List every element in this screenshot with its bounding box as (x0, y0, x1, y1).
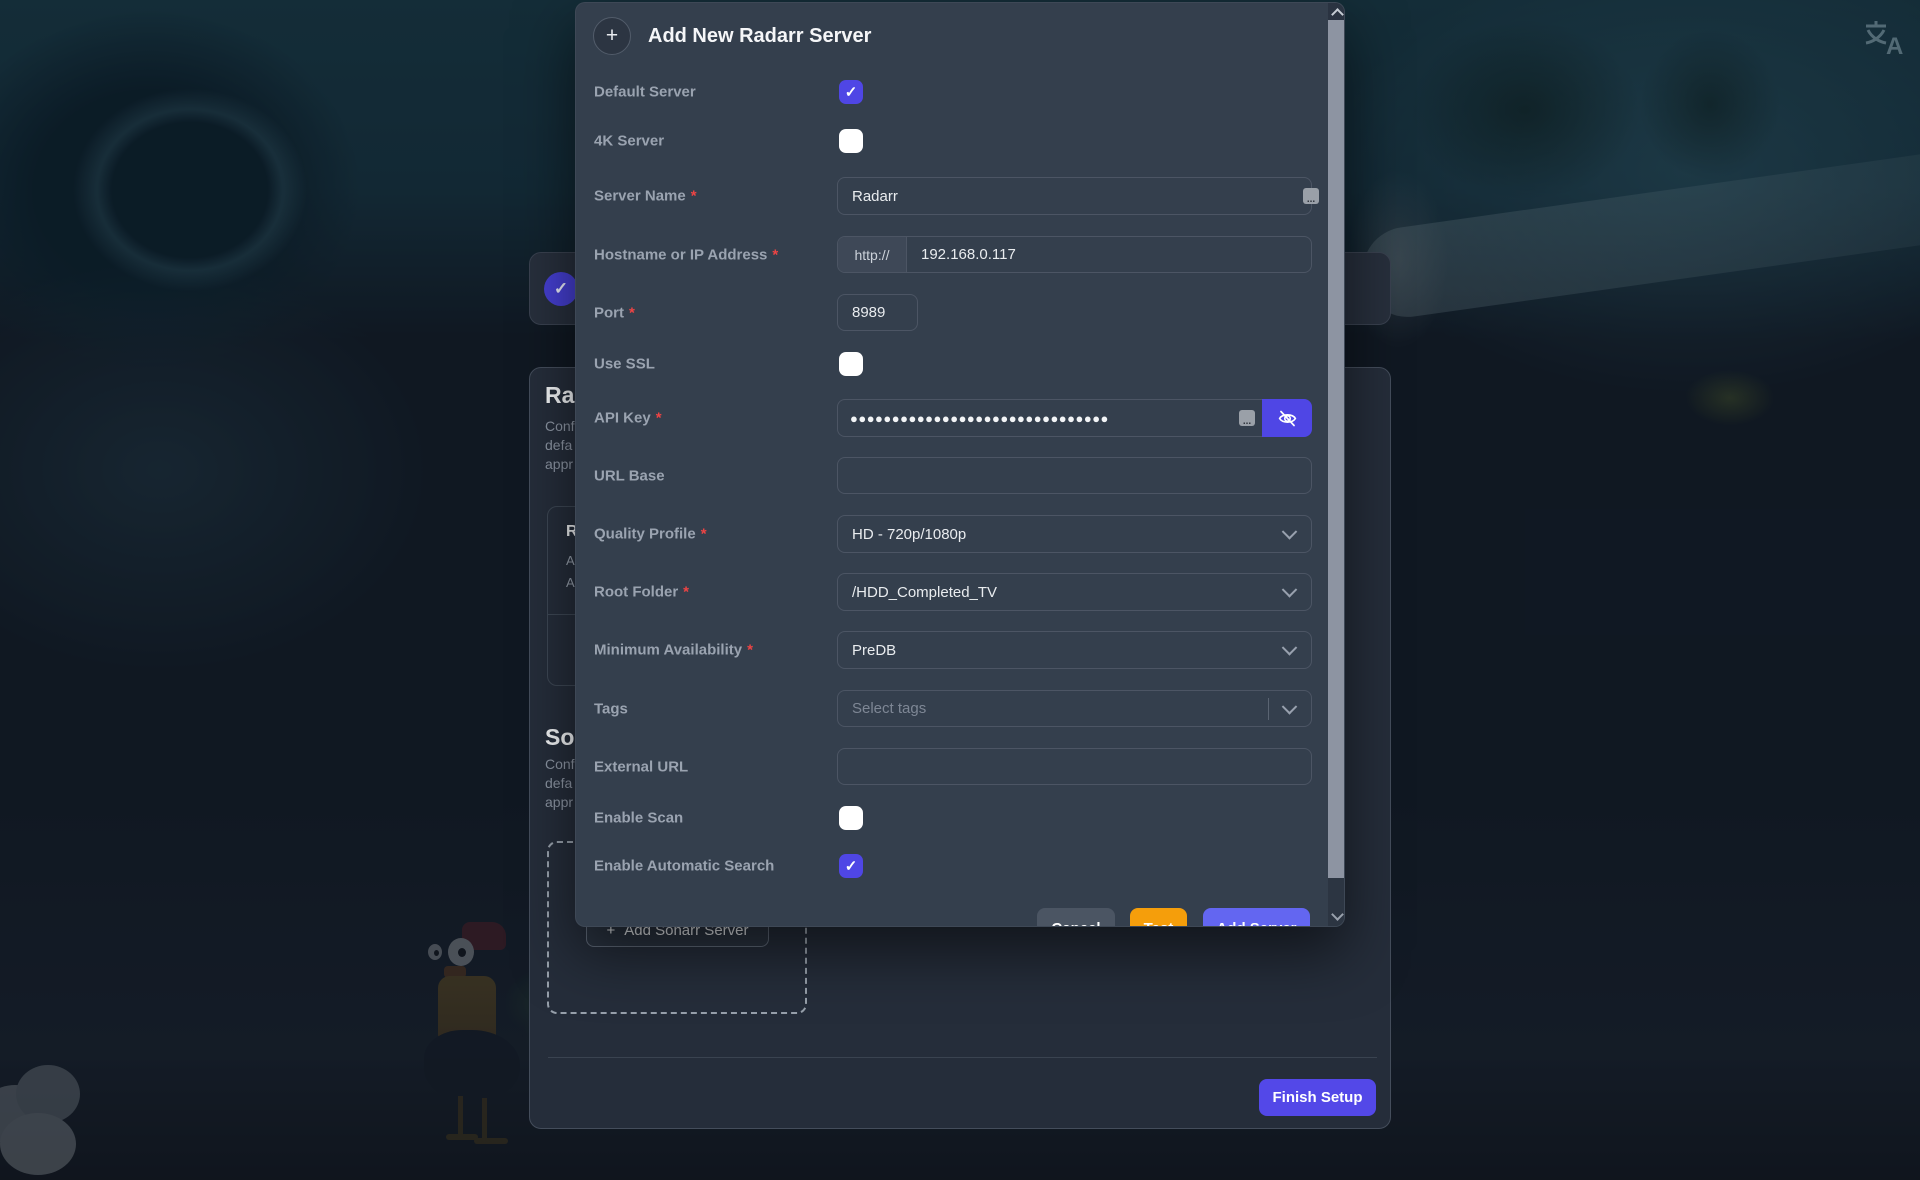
required-marker: * (656, 410, 662, 427)
enable-automatic-search-checkbox[interactable]: ✓ (839, 854, 863, 878)
external-url-input[interactable] (837, 748, 1312, 785)
toggle-api-key-visibility-button[interactable] (1262, 399, 1312, 437)
api-key-input[interactable]: ●●●●●●●●●●●●●●●●●●●●●●●●●●●●●●● (837, 399, 1262, 437)
api-key-label: API Key* (594, 410, 662, 427)
tags-label: Tags (594, 700, 628, 717)
enable-scan-label: Enable Scan (594, 810, 683, 827)
default-server-checkbox[interactable]: ✓ (839, 80, 863, 104)
hostname-input-group: http:// (837, 236, 1312, 273)
eye-off-icon (1277, 408, 1298, 429)
required-marker: * (701, 526, 707, 543)
modal-scrollbar[interactable] (1328, 3, 1345, 927)
quality-profile-label: Quality Profile* (594, 526, 707, 543)
tags-placeholder: Select tags (852, 700, 926, 717)
scrollbar-thumb[interactable] (1328, 20, 1345, 878)
check-icon: ✓ (845, 859, 858, 874)
quality-profile-select[interactable]: HD - 720p/1080p (837, 515, 1312, 553)
radarr-server-card-line1: A (566, 553, 575, 568)
chevron-down-icon (1282, 640, 1298, 656)
field-row-hostname: Hostname or IP Address* http:// (594, 236, 1310, 273)
url-base-input[interactable] (837, 457, 1312, 494)
field-row-use-ssl: Use SSL (594, 352, 1310, 376)
field-row-external-url: External URL (594, 748, 1310, 785)
tags-multiselect[interactable]: Select tags (837, 690, 1312, 727)
required-marker: * (629, 304, 635, 321)
modal-title: Add New Radarr Server (648, 25, 871, 48)
chevron-down-icon (1282, 524, 1298, 540)
chevron-down-icon (1282, 582, 1298, 598)
translate-icon[interactable]: A (1862, 18, 1906, 58)
field-row-server-name: Server Name* ... (594, 177, 1310, 215)
chevron-down-icon (1282, 699, 1298, 715)
check-icon: ✓ (845, 85, 858, 100)
field-row-tags: Tags Select tags (594, 690, 1310, 727)
field-row-api-key: API Key* ●●●●●●●●●●●●●●●●●●●●●●●●●●●●●●●… (594, 399, 1310, 437)
field-row-quality-profile: Quality Profile* HD - 720p/1080p (594, 515, 1310, 553)
enable-scan-checkbox[interactable] (839, 806, 863, 830)
root-folder-value: /HDD_Completed_TV (852, 584, 997, 601)
chevron-up-icon (1331, 8, 1344, 21)
required-marker: * (691, 188, 697, 205)
sonarr-section-desc-line1: Conf (545, 756, 575, 772)
field-row-url-base: URL Base (594, 457, 1310, 494)
minimum-availability-select[interactable]: PreDB (837, 631, 1312, 669)
screen: A ✓ Ra Conf defa appr R A A So Conf defa… (0, 0, 1920, 1180)
port-label: Port* (594, 304, 635, 321)
add-radarr-server-modal: + Add New Radarr Server Default Server ✓… (575, 2, 1345, 927)
autofill-icon[interactable]: ... (1303, 188, 1319, 204)
server-name-input[interactable] (837, 177, 1312, 215)
field-row-root-folder: Root Folder* /HDD_Completed_TV (594, 573, 1310, 611)
chevron-down-icon (1331, 908, 1344, 921)
protocol-prefix: http:// (838, 237, 907, 272)
test-button[interactable]: Test (1130, 908, 1187, 927)
svg-text:A: A (1886, 33, 1903, 58)
enable-automatic-search-label: Enable Automatic Search (594, 858, 774, 875)
use-ssl-label: Use SSL (594, 356, 655, 373)
cancel-button[interactable]: Cancel (1037, 908, 1115, 927)
plus-icon: + (593, 17, 631, 55)
required-marker: * (772, 246, 778, 263)
autofill-icon[interactable]: ... (1239, 410, 1255, 426)
use-ssl-checkbox[interactable] (839, 352, 863, 376)
field-row-default-server: Default Server ✓ (594, 80, 1310, 104)
external-url-label: External URL (594, 758, 688, 775)
radarr-section-heading: Ra (545, 382, 574, 409)
required-marker: * (683, 584, 689, 601)
modal-footer: Cancel Test Add Server (594, 908, 1310, 927)
sonarr-section-heading: So (545, 724, 574, 751)
radarr-section-desc-line3: appr (545, 456, 573, 472)
sonarr-section-desc-line2: defa (545, 775, 572, 791)
sonarr-section-desc-line3: appr (545, 794, 573, 810)
modal-header: + Add New Radarr Server (576, 3, 1344, 67)
radarr-section-desc-line1: Conf (545, 418, 575, 434)
minimum-availability-value: PreDB (852, 642, 896, 659)
add-server-button[interactable]: Add Server (1203, 908, 1310, 927)
scroll-up-button[interactable] (1328, 3, 1345, 21)
root-folder-select[interactable]: /HDD_Completed_TV (837, 573, 1312, 611)
hostname-input[interactable] (907, 237, 1311, 272)
scroll-down-button[interactable] (1328, 904, 1345, 927)
finish-setup-button[interactable]: Finish Setup (1259, 1079, 1376, 1116)
card-footer-divider (548, 1057, 1377, 1058)
required-marker: * (747, 642, 753, 659)
url-base-label: URL Base (594, 467, 665, 484)
field-row-enable-automatic-search: Enable Automatic Search ✓ (594, 854, 1310, 878)
field-row-4k-server: 4K Server (594, 129, 1310, 153)
field-row-enable-scan: Enable Scan (594, 806, 1310, 830)
radarr-server-card-line2: A (566, 575, 575, 590)
field-row-port: Port* (594, 294, 1310, 331)
default-server-label: Default Server (594, 84, 696, 101)
root-folder-label: Root Folder* (594, 584, 689, 601)
port-input[interactable] (837, 294, 918, 331)
radarr-section-desc-line2: defa (545, 437, 572, 453)
4k-server-label: 4K Server (594, 133, 664, 150)
step-complete-check-icon: ✓ (544, 272, 578, 306)
quality-profile-value: HD - 720p/1080p (852, 526, 966, 543)
4k-server-checkbox[interactable] (839, 129, 863, 153)
minimum-availability-label: Minimum Availability* (594, 642, 753, 659)
tags-divider (1268, 698, 1269, 720)
server-name-label: Server Name* (594, 188, 697, 205)
hostname-label: Hostname or IP Address* (594, 246, 778, 263)
field-row-minimum-availability: Minimum Availability* PreDB (594, 631, 1310, 669)
